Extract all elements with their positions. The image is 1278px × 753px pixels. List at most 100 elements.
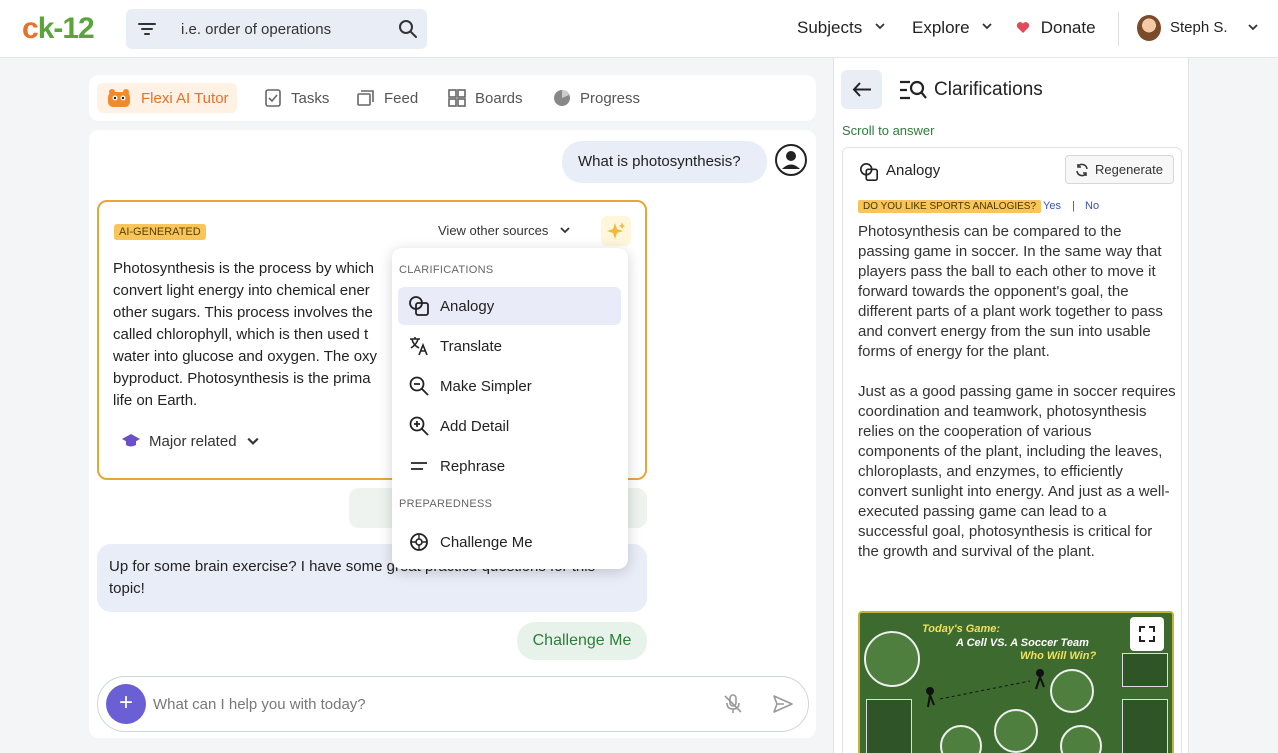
nav-subjects-label: Subjects	[797, 18, 863, 37]
soccer-cell-poster-image[interactable]: Today's Game: A Cell VS. A Soccer Team W…	[858, 611, 1174, 753]
poster-circle	[1060, 725, 1102, 753]
filter-icon[interactable]	[138, 20, 156, 38]
poster-box	[1122, 699, 1168, 753]
preparedness-heading: PREPAREDNESS	[399, 498, 493, 510]
graduation-cap-icon	[122, 434, 140, 447]
back-button[interactable]	[841, 70, 882, 109]
analogy-card: Analogy Regenerate DO YOU LIKE SPORTS AN…	[842, 147, 1182, 753]
tab-tasks[interactable]: Tasks	[263, 83, 329, 113]
tab-label: Flexi AI Tutor	[141, 89, 229, 107]
yes-no-separator: |	[1072, 200, 1075, 212]
menu-item-label: Analogy	[440, 297, 495, 315]
poster-line-3: Who Will Win?	[1020, 650, 1097, 662]
user-name: Steph S.	[1170, 19, 1228, 36]
progress-icon	[554, 90, 570, 106]
menu-item-make-simpler[interactable]: Make Simpler	[398, 367, 621, 405]
poster-box	[866, 699, 912, 753]
ck12-logo[interactable]: ck-12	[22, 12, 95, 46]
zoom-in-icon	[409, 416, 429, 436]
regenerate-button[interactable]: Regenerate	[1065, 155, 1174, 184]
refresh-icon	[1076, 163, 1088, 176]
menu-item-label: Challenge Me	[440, 533, 533, 551]
poster-box	[1122, 653, 1168, 687]
search-icon[interactable]	[398, 19, 418, 39]
tab-label: Boards	[475, 89, 523, 107]
flexi-mascot-icon	[108, 89, 130, 107]
expand-icon	[1139, 626, 1155, 642]
message-input[interactable]	[153, 691, 693, 717]
clarifications-heading: CLARIFICATIONS	[399, 264, 494, 276]
chevron-down-icon	[875, 23, 885, 30]
heart-icon	[1016, 22, 1030, 33]
panel-title: Clarifications	[934, 79, 1043, 100]
nav-donate[interactable]: Donate	[1016, 18, 1096, 38]
user-question-bubble: What is photosynthesis?	[562, 141, 767, 183]
tasks-icon	[265, 89, 281, 107]
view-other-sources-button[interactable]: View other sources	[438, 223, 570, 238]
view-other-sources-label: View other sources	[438, 223, 549, 238]
chevron-down-icon	[246, 437, 259, 445]
tab-bar: Flexi AI Tutor Tasks Feed Boards Progres…	[89, 75, 816, 121]
clarifications-panel: Clarifications Scroll to answer Analogy …	[833, 58, 1189, 753]
nav-explore-label: Explore	[912, 18, 970, 37]
menu-item-challenge-me[interactable]: Challenge Me	[398, 523, 621, 561]
nav-explore[interactable]: Explore	[912, 18, 993, 38]
sports-analogy-question: DO YOU LIKE SPORTS ANALOGIES?	[858, 200, 1042, 213]
feed-icon	[357, 90, 374, 106]
menu-item-rephrase[interactable]: Rephrase	[398, 447, 621, 485]
search-bar[interactable]: i.e. order of operations	[126, 9, 427, 49]
top-header: ck-12 i.e. order of operations Subjects …	[0, 0, 1278, 58]
no-link[interactable]: No	[1085, 200, 1099, 212]
expand-image-button[interactable]	[1130, 617, 1164, 651]
menu-item-analogy[interactable]: Analogy	[398, 287, 621, 325]
boards-icon	[448, 89, 466, 107]
chevron-down-icon	[982, 23, 993, 30]
poster-circle	[864, 631, 920, 687]
search-placeholder[interactable]: i.e. order of operations	[181, 21, 331, 38]
zoom-out-icon	[409, 376, 429, 396]
header-divider	[1118, 12, 1119, 46]
sparkle-button[interactable]	[601, 216, 631, 246]
add-attachment-button[interactable]: +	[106, 684, 146, 724]
rephrase-icon	[411, 462, 427, 470]
user-profile-icon	[775, 144, 807, 176]
menu-item-label: Rephrase	[440, 457, 506, 475]
nav-subjects[interactable]: Subjects	[797, 18, 885, 38]
mic-off-icon[interactable]	[722, 693, 744, 715]
poster-circle	[940, 725, 982, 753]
scroll-to-answer-link[interactable]: Scroll to answer	[842, 123, 934, 138]
chevron-down-icon	[1248, 24, 1258, 31]
sparkle-icon	[607, 222, 625, 239]
analogy-paragraph: Photosynthesis can be compared to the pa…	[858, 223, 1163, 360]
menu-item-translate[interactable]: Translate	[398, 327, 621, 365]
clarifications-dropdown: CLARIFICATIONS Analogy Translate Make Si…	[392, 248, 628, 569]
menu-item-label: Translate	[440, 337, 502, 355]
tab-flexi-ai-tutor[interactable]: Flexi AI Tutor	[97, 83, 237, 113]
tab-boards[interactable]: Boards	[447, 83, 523, 113]
logo-c: c	[22, 12, 39, 45]
send-icon[interactable]	[772, 694, 794, 714]
major-related-label: Major related	[149, 432, 237, 450]
yes-link[interactable]: Yes	[1043, 200, 1061, 212]
tab-progress[interactable]: Progress	[552, 83, 640, 113]
menu-item-label: Add Detail	[440, 417, 510, 435]
message-composer: +	[97, 676, 809, 732]
challenge-me-button[interactable]: Challenge Me	[517, 622, 647, 660]
major-related-button[interactable]: Major related	[121, 432, 259, 450]
chevron-down-icon	[560, 227, 570, 234]
regenerate-label: Regenerate	[1095, 162, 1163, 177]
analogy-icon	[409, 296, 429, 316]
poster-line-1: Today's Game:	[922, 623, 1001, 635]
menu-item-add-detail[interactable]: Add Detail	[398, 407, 621, 445]
brain-icon	[410, 533, 428, 551]
tab-feed[interactable]: Feed	[356, 83, 418, 113]
ai-generated-badge: AI-GENERATED	[114, 224, 206, 240]
menu-item-label: Make Simpler	[440, 377, 532, 395]
user-menu[interactable]: Steph S.	[1170, 19, 1258, 36]
tab-label: Feed	[384, 89, 419, 107]
list-search-icon	[900, 80, 927, 100]
translate-icon	[410, 337, 428, 356]
arrow-left-icon	[852, 82, 871, 97]
user-avatar[interactable]	[1137, 15, 1161, 41]
analogy-text: Photosynthesis can be compared to the pa…	[858, 222, 1176, 582]
